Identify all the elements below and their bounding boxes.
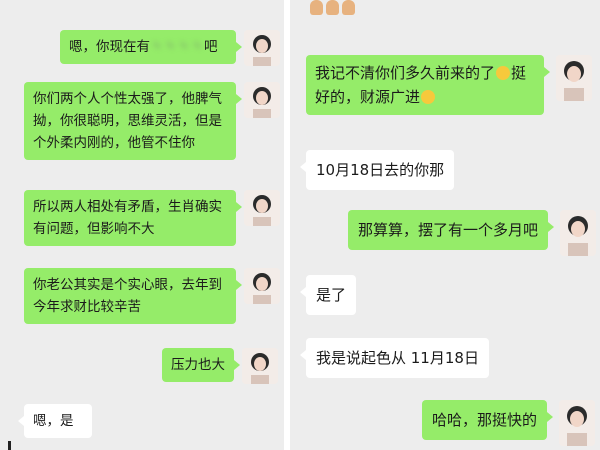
clap-emoji-row: [310, 0, 355, 15]
thinking-emoji-icon: [421, 90, 436, 104]
text-cursor: [8, 441, 11, 450]
avatar[interactable]: [244, 30, 280, 66]
sent-message-bubble[interactable]: 哈哈，那挺快的: [422, 400, 554, 440]
message-text: 我是说起色从 11月18日: [316, 349, 479, 367]
message-row: 哈哈，那挺快的: [422, 400, 596, 446]
clap-icon: [310, 0, 323, 15]
right-chat-panel: 我记不清你们多久前来的了 挺好的，财源广进 10月18日去的你那 那算算，摆了有一…: [290, 0, 600, 450]
sent-message-bubble[interactable]: 所以两人相处有矛盾，生肖确实有问题，但影响不大: [24, 190, 242, 246]
message-row: 是了: [299, 275, 357, 315]
message-row: 嗯，是: [18, 404, 92, 438]
message-text: 压力也大: [171, 357, 225, 373]
avatar[interactable]: [242, 348, 278, 384]
sent-message-bubble[interactable]: 那算算，摆了有一个多月吧: [348, 210, 555, 250]
message-row: 压力也大: [162, 348, 278, 384]
avatar[interactable]: [559, 400, 596, 446]
message-text: 10月18日去的你那: [316, 161, 445, 179]
avatar[interactable]: [560, 210, 597, 256]
sent-message-bubble[interactable]: 你们两个人个性太强了，他脾气拗，你很聪明，思维灵活，但是个外柔内刚的，他管不住你: [24, 82, 242, 160]
message-text: 你老公其实是个实心眼，去年到今年求财比较辛苦: [33, 277, 222, 315]
message-row: 你们两个人个性太强了，他脾气拗，你很聪明，思维灵活，但是个外柔内刚的，他管不住你: [24, 82, 280, 160]
left-chat-panel: 嗯，你现在有丶丶丶丶吧 你们两个人个性太强了，他脾气拗，你很聪明，思维灵活，但是…: [0, 0, 284, 450]
sent-message-bubble[interactable]: 压力也大: [162, 348, 240, 382]
sent-message-bubble[interactable]: 你老公其实是个实心眼，去年到今年求财比较辛苦: [24, 268, 242, 324]
received-message-bubble[interactable]: 嗯，是: [18, 404, 92, 438]
avatar[interactable]: [244, 82, 280, 118]
sent-message-bubble[interactable]: 嗯，你现在有丶丶丶丶吧: [60, 30, 242, 64]
message-text: 那算算，摆了有一个多月吧: [358, 221, 539, 239]
message-row: 你老公其实是个实心眼，去年到今年求财比较辛苦: [24, 268, 280, 324]
message-text: 嗯，你现在有: [69, 39, 150, 55]
message-text: 你们两个人个性太强了，他脾气拗，你很聪明，思维灵活，但是个外柔内刚的，他管不住你: [33, 91, 222, 151]
message-text: 我记不清你们多久前来的了: [315, 64, 496, 82]
avatar[interactable]: [244, 190, 280, 226]
received-message-bubble[interactable]: 我是说起色从 11月18日: [300, 338, 489, 378]
message-text: 吧: [204, 39, 218, 55]
message-row: 我是说起色从 11月18日: [300, 338, 489, 378]
received-message-bubble[interactable]: 10月18日去的你那: [299, 150, 455, 190]
avatar[interactable]: [244, 268, 280, 304]
clap-icon: [342, 0, 355, 15]
laughing-emoji-icon: [496, 66, 511, 80]
sent-message-bubble[interactable]: 我记不清你们多久前来的了 挺好的，财源广进: [306, 55, 550, 115]
clap-icon: [326, 0, 339, 15]
message-text: 是了: [316, 286, 347, 304]
message-text: 嗯，是: [33, 413, 74, 429]
message-row: 10月18日去的你那: [299, 150, 455, 190]
message-row: 那算算，摆了有一个多月吧: [348, 210, 597, 256]
avatar[interactable]: [556, 55, 592, 101]
blurred-text: 丶丶丶丶: [150, 39, 204, 55]
message-text: 所以两人相处有矛盾，生肖确实有问题，但影响不大: [33, 199, 222, 237]
received-message-bubble[interactable]: 是了: [299, 275, 357, 315]
message-text: 哈哈，那挺快的: [432, 411, 538, 429]
message-row: 所以两人相处有矛盾，生肖确实有问题，但影响不大: [24, 190, 280, 246]
message-row: 嗯，你现在有丶丶丶丶吧: [60, 30, 280, 66]
message-row: 我记不清你们多久前来的了 挺好的，财源广进: [306, 55, 592, 115]
